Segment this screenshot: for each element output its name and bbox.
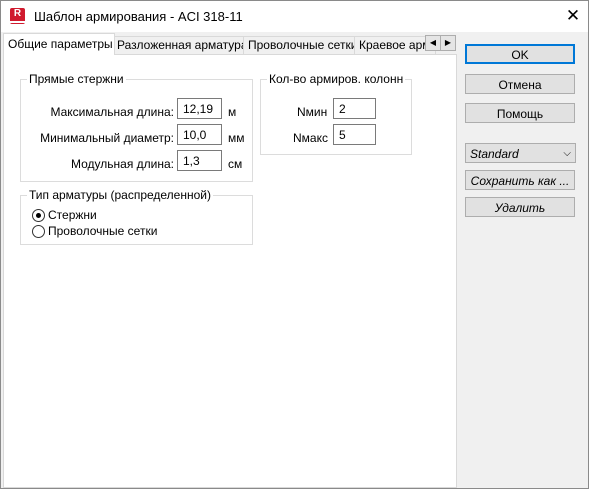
columns-title: Кол-во армиров. колонн xyxy=(267,72,406,86)
rebar-type-title: Тип арматуры (распределенной) xyxy=(27,188,213,202)
nmin-label: Nмин xyxy=(297,105,328,119)
radio-bars-circle-icon[interactable] xyxy=(32,209,45,222)
min-diameter-label: Минимальный диаметр: xyxy=(40,131,174,145)
delete-button[interactable]: Удалить xyxy=(465,197,575,217)
tab-distributed-rebar[interactable]: Разложенная арматура xyxy=(112,36,248,54)
title-bar: R Шаблон армирования - ACI 318-11 ✕ xyxy=(1,1,588,32)
columns-group: Кол-во армиров. колонн Nмин 2 Nмакс 5 xyxy=(260,72,412,155)
straight-bars-group: Прямые стержни Максимальная длина: 12,19… xyxy=(20,72,253,182)
max-length-unit: м xyxy=(228,105,237,119)
template-select-value: Standard xyxy=(470,147,519,161)
template-select[interactable]: Standard ⌵ xyxy=(465,143,576,163)
tab-scroll: ◀ ▶ xyxy=(425,35,456,51)
tab-general[interactable]: Общие параметры xyxy=(3,33,115,55)
straight-bars-title: Прямые стержни xyxy=(27,72,126,86)
cancel-button[interactable]: Отмена xyxy=(465,74,575,94)
nmax-label: Nмакс xyxy=(293,131,328,145)
min-diameter-unit: мм xyxy=(228,131,245,145)
close-button[interactable]: ✕ xyxy=(561,5,585,27)
nmax-field[interactable]: 5 xyxy=(333,124,376,145)
tab-edge-rebar[interactable]: Краевое арм xyxy=(354,36,436,54)
tab-wire-fabric[interactable]: Проволочные сетки xyxy=(243,36,359,54)
min-diameter-field[interactable]: 10,0 xyxy=(177,124,222,145)
module-length-unit: см xyxy=(228,157,243,171)
module-length-label: Модульная длина: xyxy=(70,157,174,171)
radio-wire-fabric-label: Проволочные сетки xyxy=(48,224,158,238)
chevron-down-icon: ⌵ xyxy=(563,148,571,159)
tab-scroll-left-icon[interactable]: ◀ xyxy=(425,35,441,51)
dialog-window: R Шаблон армирования - ACI 318-11 ✕ Общи… xyxy=(0,0,589,489)
max-length-field[interactable]: 12,19 xyxy=(177,98,222,119)
module-length-field[interactable]: 1,3 xyxy=(177,150,222,171)
radio-wire-fabric-circle-icon[interactable] xyxy=(32,225,45,238)
radio-bars-label: Стержни xyxy=(48,208,97,222)
revit-app-icon: R xyxy=(10,8,25,24)
window-title: Шаблон армирования - ACI 318-11 xyxy=(34,9,243,24)
max-length-label: Максимальная длина: xyxy=(50,105,174,119)
nmin-field[interactable]: 2 xyxy=(333,98,376,119)
tab-scroll-right-icon[interactable]: ▶ xyxy=(440,35,456,51)
help-button[interactable]: Помощь xyxy=(465,103,575,123)
ok-button[interactable]: OK xyxy=(465,44,575,64)
tab-panel-general: Прямые стержни Максимальная длина: 12,19… xyxy=(3,54,457,488)
rebar-type-group: Тип арматуры (распределенной) Стержни Пр… xyxy=(20,188,253,245)
tab-strip: Общие параметры Разложенная арматура Про… xyxy=(3,33,457,55)
save-as-button[interactable]: Сохранить как ... xyxy=(465,170,575,190)
